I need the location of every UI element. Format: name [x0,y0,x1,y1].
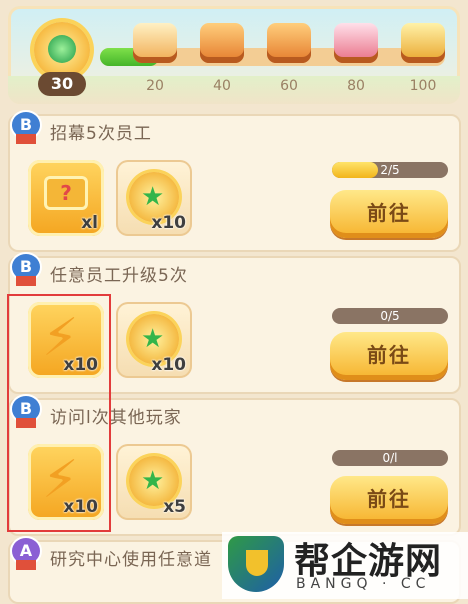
gold-chest-icon[interactable] [401,23,445,63]
milestone-label: 20 [146,78,164,94]
task-card: B 招幕5次员工 ? xl ★ x10 2/5 前往 [8,112,461,252]
task-progress-bar: 2/5 [332,162,448,178]
activity-points: 30 [38,72,86,96]
go-button[interactable]: 前往 [330,476,448,524]
watermark-domain: BANGQ · CC [296,576,431,592]
chest-open-icon[interactable] [133,23,177,63]
task-progress-text: 0/l [382,451,398,465]
watermark: 帮企游网 BANGQ · CC [222,532,468,599]
milestone-label: 80 [347,78,365,94]
chest-icon[interactable] [267,23,311,63]
reward-quantity: x5 [163,497,186,517]
reward-quantity: x10 [151,213,186,233]
task-progress-bar: 0/l [332,450,448,466]
milestone-label: 100 [409,78,437,94]
grade-b-badge: B [12,254,40,286]
highlight-box [7,294,111,532]
task-progress-text: 2/5 [380,163,400,177]
gem-icon [48,35,76,63]
reward-slot[interactable]: ★ x5 [116,444,192,520]
go-button[interactable]: 前往 [330,190,448,238]
task-title: 任意员工升级5次 [50,265,188,286]
pink-chest-icon[interactable] [334,23,378,63]
grade-b-badge: B [12,112,40,144]
go-button[interactable]: 前往 [330,332,448,380]
activity-medal-icon [34,22,90,78]
task-title: 招幕5次员工 [50,123,152,144]
chest-icon[interactable] [200,23,244,63]
task-progress-bar: 0/5 [332,308,448,324]
reward-quantity: x10 [151,355,186,375]
ticket-icon: ? [44,176,88,210]
milestone-bar: 30 20 40 60 80 100 [8,6,460,104]
grade-a-badge: A [12,538,40,570]
task-progress-text: 0/5 [380,309,400,323]
shield-logo-icon [228,536,284,592]
reward-slot[interactable]: ★ x10 [116,160,192,236]
milestone-label: 40 [213,78,231,94]
task-title: 研究中心使用任意道 [50,549,212,570]
reward-slot[interactable]: ? xl [28,160,104,236]
milestone-label: 60 [280,78,298,94]
reward-slot[interactable]: ★ x10 [116,302,192,378]
reward-quantity: xl [81,213,98,233]
